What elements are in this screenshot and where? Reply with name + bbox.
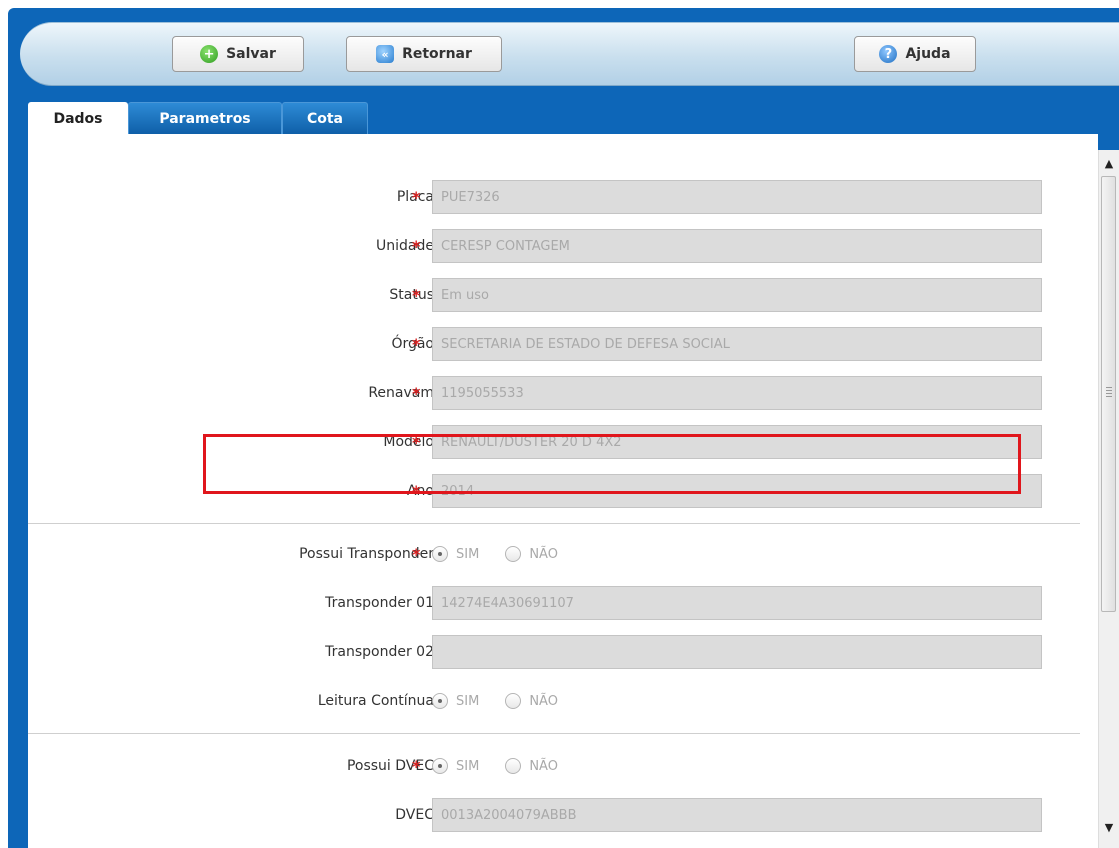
required-marker: * — [412, 544, 421, 564]
leitura-continua-row: Leitura Contínua SIM NÃO — [28, 684, 1098, 718]
scroll-down-arrow-icon[interactable]: ▼ — [1103, 822, 1115, 834]
leitura-continua-nao-radio[interactable] — [505, 693, 522, 709]
section-divider — [28, 733, 1080, 734]
orgao-field[interactable]: SECRETARIA DE ESTADO DE DEFESA SOCIAL — [432, 327, 1042, 361]
unidade-field[interactable]: CERESP CONTAGEM — [432, 229, 1042, 263]
tab-cota[interactable]: Cota — [282, 102, 368, 134]
tab-cota-label: Cota — [306, 110, 344, 127]
possui-transponder-nao-radio[interactable] — [505, 546, 522, 562]
dvec-field[interactable]: 0013A2004079ABBB — [432, 798, 1042, 832]
placa-row: Placa * PUE7326 — [28, 180, 1098, 214]
possui-transponder-sim-label: SIM — [456, 546, 480, 562]
possui-dvec-nao-radio[interactable] — [505, 758, 522, 774]
tab-parametros-label: Parametros — [159, 110, 251, 127]
possui-transponder-nao-label: NÃO — [529, 546, 558, 562]
dvec-label: DVEC — [395, 807, 434, 823]
possui-dvec-nao-label: NÃO — [529, 758, 558, 774]
transponder02-field[interactable] — [432, 635, 1042, 669]
renavam-label: Renavam — [368, 385, 434, 401]
return-button-label: Retornar — [402, 46, 472, 62]
plus-circle-icon: + — [200, 45, 219, 63]
required-marker: * — [412, 236, 421, 256]
transponder02-label: Transponder 02 — [325, 644, 434, 660]
possui-transponder-row: Possui Transponder * SIM NÃO — [28, 537, 1098, 571]
possui-dvec-row: Possui DVEC * SIM NÃO — [28, 749, 1098, 783]
possui-dvec-label: Possui DVEC — [346, 758, 434, 774]
required-marker: * — [412, 285, 421, 305]
tab-dados[interactable]: Dados — [28, 102, 128, 134]
possui-transponder-sim-radio[interactable] — [432, 546, 448, 562]
tab-parametros[interactable]: Parametros — [128, 102, 282, 134]
orgao-row: Órgão * SECRETARIA DE ESTADO DE DEFESA S… — [28, 327, 1098, 361]
status-field[interactable]: Em uso — [432, 278, 1042, 312]
required-marker: * — [412, 756, 421, 776]
leitura-continua-sim-radio[interactable] — [432, 693, 448, 709]
unidade-row: Unidade * CERESP CONTAGEM — [28, 229, 1098, 263]
leitura-continua-nao-label: NÃO — [529, 693, 558, 709]
transponder01-row: Transponder 01 14274E4A30691107 — [28, 586, 1098, 620]
possui-dvec-sim-radio[interactable] — [432, 758, 448, 774]
question-icon: ? — [879, 45, 898, 63]
section-divider — [28, 523, 1080, 524]
transponder02-row: Transponder 02 — [28, 635, 1098, 669]
placa-field[interactable]: PUE7326 — [432, 180, 1042, 214]
scrollbar-grip-icon — [1106, 387, 1112, 399]
vertical-scrollbar[interactable]: ▲ ▼ — [1098, 150, 1119, 848]
renavam-row: Renavam * 1195055533 — [28, 376, 1098, 410]
required-marker: * — [412, 334, 421, 354]
renavam-field[interactable]: 1195055533 — [432, 376, 1042, 410]
required-marker: * — [412, 383, 421, 403]
possui-dvec-radio-group: SIM NÃO — [432, 749, 558, 783]
transponder01-label: Transponder 01 — [325, 595, 434, 611]
return-button[interactable]: « Retornar — [346, 36, 502, 72]
save-button-label: Salvar — [226, 46, 276, 62]
dvec-row: DVEC 0013A2004079ABBB — [28, 798, 1098, 832]
leitura-continua-label: Leitura Contínua — [317, 693, 434, 709]
status-row: Status * Em uso — [28, 278, 1098, 312]
help-button-label: Ajuda — [905, 46, 951, 62]
scroll-up-arrow-icon[interactable]: ▲ — [1103, 158, 1115, 170]
scrollbar-thumb[interactable] — [1101, 176, 1116, 612]
save-button[interactable]: + Salvar — [172, 36, 304, 72]
transponder01-highlight-box — [203, 434, 1021, 494]
transponder01-field[interactable]: 14274E4A30691107 — [432, 586, 1042, 620]
leitura-continua-radio-group: SIM NÃO — [432, 684, 558, 718]
required-marker: * — [412, 187, 421, 207]
possui-transponder-radio-group: SIM NÃO — [432, 537, 558, 571]
unidade-label: Unidade — [376, 238, 434, 254]
help-button[interactable]: ? Ajuda — [854, 36, 976, 72]
rewind-icon: « — [376, 45, 395, 63]
leitura-continua-sim-label: SIM — [456, 693, 480, 709]
tab-dados-label: Dados — [53, 110, 103, 127]
possui-dvec-sim-label: SIM — [456, 758, 480, 774]
